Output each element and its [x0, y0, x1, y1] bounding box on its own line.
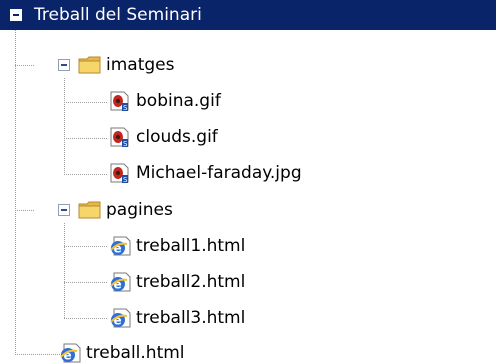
file-label: treball3.html — [136, 308, 246, 328]
file-label: clouds.gif — [136, 127, 218, 147]
file-label: bobina.gif — [136, 91, 221, 111]
file-label: treball.html — [86, 343, 185, 363]
tree-item-file[interactable]: S Michael-faraday.jpg — [0, 158, 420, 188]
tree-item-file[interactable]: S bobina.gif — [0, 86, 400, 116]
folder-icon — [78, 201, 101, 219]
svg-text:S: S — [123, 176, 128, 184]
collapse-icon[interactable] — [10, 9, 22, 21]
folder-label: imatges — [106, 55, 175, 75]
image-file-icon: S — [110, 163, 129, 184]
tree-item-file[interactable]: e treball2.html — [0, 267, 400, 297]
html-file-icon: e — [110, 236, 131, 256]
tree-item-file[interactable]: e treball3.html — [0, 303, 400, 333]
html-file-icon: e — [60, 343, 81, 363]
tree-item-file[interactable]: e treball1.html — [0, 231, 400, 261]
image-file-icon: S — [110, 127, 129, 148]
tree-item-file[interactable]: e treball.html — [0, 338, 300, 363]
folder-label: pagines — [106, 200, 173, 220]
collapse-icon[interactable] — [58, 59, 70, 71]
image-file-icon: S — [110, 91, 129, 112]
file-tree: Treball del Seminari imatges S bobina.gi… — [0, 0, 496, 363]
tree-item-file[interactable]: S clouds.gif — [0, 122, 400, 152]
html-file-icon: e — [110, 272, 131, 292]
html-file-icon: e — [110, 308, 131, 328]
tree-item-folder-imatges[interactable]: imatges — [0, 50, 300, 80]
file-label: treball1.html — [136, 236, 246, 256]
tree-root-label: Treball del Seminari — [34, 5, 202, 25]
tree-item-folder-pagines[interactable]: pagines — [0, 195, 300, 225]
collapse-icon[interactable] — [58, 204, 70, 216]
svg-text:S: S — [123, 140, 128, 148]
folder-icon — [78, 56, 101, 74]
file-label: Michael-faraday.jpg — [136, 163, 302, 183]
file-label: treball2.html — [136, 272, 246, 292]
svg-text:S: S — [123, 104, 128, 112]
tree-root-item[interactable]: Treball del Seminari — [0, 0, 496, 30]
